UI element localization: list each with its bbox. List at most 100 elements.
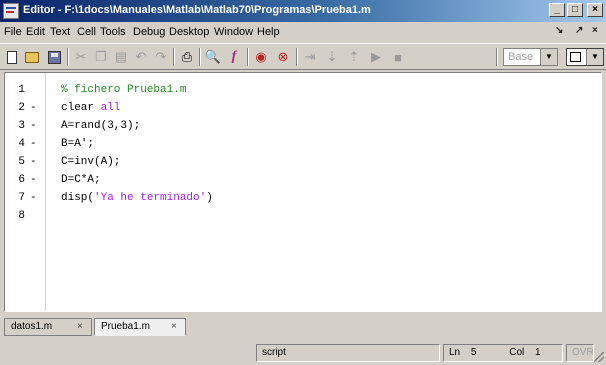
continue-icon[interactable]: ▶ [367,48,385,66]
close-button[interactable]: × [587,3,603,17]
redo-icon[interactable]: ↷ [152,48,170,66]
line-number: 2 [18,102,25,114]
exit-debug-icon[interactable]: ■ [389,48,407,66]
column-value: 1 [535,347,541,358]
code-line[interactable]: 5 - C=inv(A); [5,155,595,170]
undo-icon[interactable]: ↶ [132,48,150,66]
cut-icon[interactable]: ✂ [72,48,90,66]
print-icon[interactable]: ⎙ [178,48,196,66]
code-string: all [100,102,121,114]
document-tabs: datos1.m × Prueba1.m × [4,318,602,338]
line-number: 7 [18,192,25,204]
minimize-button[interactable]: _ [549,3,565,17]
code-line[interactable]: 7 - disp('Ya he terminado') [5,191,595,206]
tab-prueba1[interactable]: Prueba1.m × [94,318,186,336]
breakpoint-marker[interactable]: - [30,101,37,116]
code-text: B=A'; [61,138,95,150]
window-controls: _ □ × [549,3,603,17]
step-icon[interactable]: ⇥ [301,48,319,66]
function-icon[interactable]: f [225,48,243,66]
code-line[interactable]: 2 - clear all [5,101,595,116]
find-icon[interactable]: 🔍 [204,48,222,66]
tab-datos1[interactable]: datos1.m × [4,318,92,336]
code-line[interactable]: 3 - A=rand(3,3); [5,119,595,134]
breakpoint-marker[interactable]: - [30,119,37,134]
copy-icon[interactable]: ❐ [92,48,110,66]
dock-arrow-icon[interactable]: ↗ [575,25,583,36]
maximize-button[interactable]: □ [567,3,583,17]
line-number: 3 [18,120,25,132]
line-number: 6 [18,174,25,186]
line-number: 5 [18,156,25,168]
menu-help[interactable]: Help [257,26,280,38]
toolbar-separator [496,48,498,66]
breakpoint-marker[interactable]: - [30,155,37,170]
cell-mode-select[interactable]: ▼ [566,48,604,66]
window-title: Editor - F:\1docs\Manuales\Matlab\Matlab… [23,4,371,16]
toolbar: ✂ ❐ ▤ ↶ ↷ ⎙ 🔍 f ◉ ⊗ ⇥ ⇣ ⇡ ▶ ■ Base ▼ ▼ [0,43,606,70]
tab-close-icon[interactable]: × [171,319,177,335]
toolbar-separator [173,48,175,66]
menu-debug[interactable]: Debug [133,26,165,38]
menu-cell[interactable]: Cell [77,26,96,38]
code-punctuation: ) [206,192,213,204]
code-text: disp('Ya he terminado') [61,191,213,206]
step-out-icon[interactable]: ⇡ [345,48,363,66]
step-in-icon[interactable]: ⇣ [323,48,341,66]
column-label: Col [509,347,525,358]
status-position: Ln 5 Col 1 [443,344,563,362]
code-text: % fichero Prueba1.m [61,84,187,96]
status-bar: script Ln 5 Col 1 OVR [0,342,606,364]
clear-breakpoints-icon[interactable]: ⊗ [274,48,292,66]
close-document-icon[interactable]: × [592,25,598,36]
undock-arrow-icon[interactable]: ↘ [555,25,563,36]
breakpoint-marker[interactable]: - [30,173,37,188]
cell-box-icon [570,52,581,62]
editor-app-icon [3,3,19,19]
line-number: 1 [18,84,25,96]
open-folder-icon[interactable] [23,48,41,66]
toolbar-separator [247,48,249,66]
code-text: A=rand(3,3); [61,120,141,132]
menu-edit[interactable]: Edit [26,26,45,38]
menu-file[interactable]: File [4,26,22,38]
menu-bar: File Edit Text Cell Tools Debug Desktop … [0,22,606,42]
code-line[interactable]: 1 % fichero Prueba1.m [5,83,595,98]
menu-text[interactable]: Text [50,26,70,38]
line-label: Ln [449,347,461,358]
line-number: 4 [18,138,25,150]
breakpoint-marker[interactable]: - [30,137,37,152]
chevron-down-icon[interactable]: ▼ [540,49,557,65]
set-breakpoint-icon[interactable]: ◉ [252,48,270,66]
code-keyword: clear [61,102,101,114]
toolbar-separator [199,48,201,66]
save-icon[interactable] [45,48,63,66]
workspace-stack-value: Base [508,51,534,63]
code-text: C=inv(A); [61,156,121,168]
new-file-icon[interactable] [3,48,21,66]
status-mode: script [256,344,440,362]
tab-close-icon[interactable]: × [77,319,83,335]
title-bar[interactable]: Editor - F:\1docs\Manuales\Matlab\Matlab… [0,0,606,22]
code-string: 'Ya he terminado' [94,192,207,204]
line-value: 5 [470,347,477,358]
menu-desktop[interactable]: Desktop [169,26,209,38]
code-line[interactable]: 8 [5,209,595,224]
workspace-stack-select[interactable]: Base ▼ [503,48,558,66]
tab-label: datos1.m [11,321,53,332]
overwrite-indicator: OVR [566,344,594,362]
chevron-down-icon[interactable]: ▼ [586,49,603,65]
code-line[interactable]: 4 - B=A'; [5,137,595,152]
tab-label: Prueba1.m [101,321,150,332]
menu-window[interactable]: Window [214,26,253,38]
code-text: clear all [61,101,120,116]
resize-grip-icon[interactable] [594,352,604,362]
menu-tools[interactable]: Tools [100,26,126,38]
code-line[interactable]: 6 - D=C*A; [5,173,595,188]
toolbar-separator [67,48,69,66]
code-text: D=C*A; [61,174,101,186]
breakpoint-marker[interactable]: - [30,191,37,206]
paste-icon[interactable]: ▤ [112,48,130,66]
toolbar-separator [296,48,298,66]
code-editor[interactable]: 1 % fichero Prueba1.m 2 - clear all 3 - … [4,72,602,312]
